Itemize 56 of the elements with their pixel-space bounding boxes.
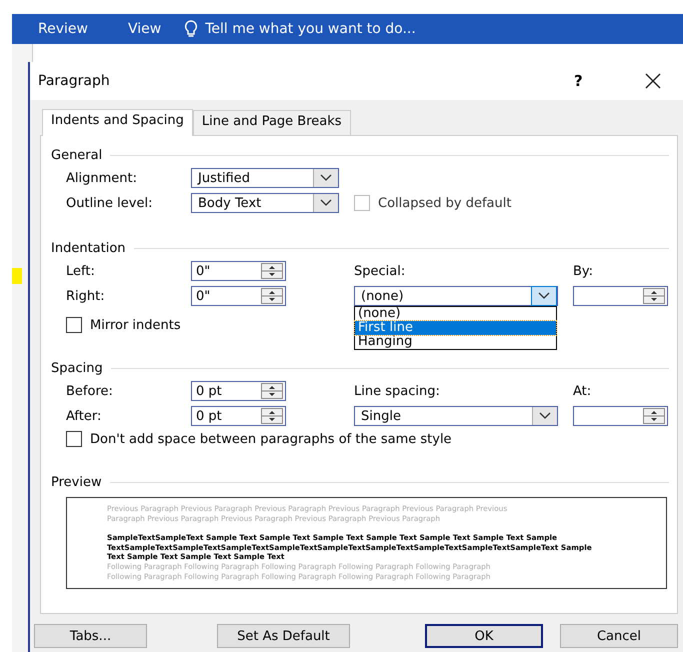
- close-icon[interactable]: [644, 72, 662, 90]
- caret-icon: [320, 199, 332, 207]
- spin-field[interactable]: 0": [191, 261, 286, 281]
- section-heading: Preview: [51, 474, 102, 490]
- spin-arrows-icon: [261, 383, 283, 399]
- dropdown-option[interactable]: First line: [355, 321, 556, 335]
- field-label: Outline level:: [66, 196, 154, 210]
- field-label: Line spacing:: [354, 384, 441, 398]
- ribbon-tab[interactable]: Review: [24, 21, 102, 37]
- checkbox-label: Don't add space between paragraphs of the same style: [90, 432, 452, 446]
- caret-icon: [538, 292, 550, 300]
- help-button[interactable]: ?: [574, 72, 590, 90]
- section-heading: Spacing: [51, 360, 103, 376]
- dropdown-option[interactable]: (none): [355, 307, 556, 321]
- field-label: At:: [573, 384, 592, 398]
- checkbox[interactable]: [66, 317, 82, 333]
- spin-field[interactable]: 0": [191, 286, 286, 306]
- dropdown-option[interactable]: Hanging: [355, 335, 556, 349]
- field-label: By:: [573, 264, 594, 278]
- dialog-button[interactable]: OK: [425, 624, 543, 648]
- field-label: After:: [66, 408, 102, 424]
- checkbox-label: Mirror indents: [90, 318, 181, 332]
- spin-field[interactable]: 0 pt: [191, 406, 286, 426]
- dialog-tab[interactable]: Line and Page Breaks: [192, 110, 351, 135]
- section-heading: General: [51, 148, 102, 162]
- ribbon-tab[interactable]: View: [114, 21, 176, 37]
- spin-arrows-icon: [261, 263, 283, 279]
- tell-me-search[interactable]: Tell me what you want to do...: [205, 21, 416, 37]
- dropdown[interactable]: Justified: [191, 168, 339, 188]
- spin-field[interactable]: [573, 286, 668, 306]
- spin-arrows-icon: [643, 288, 665, 304]
- spin-field[interactable]: 0 pt: [191, 381, 286, 401]
- caret-icon: [539, 412, 551, 420]
- dialog-title: Paragraph: [38, 73, 111, 89]
- spin-arrows-icon: [261, 408, 283, 424]
- spin-arrows-icon: [261, 288, 283, 304]
- caret-icon: [320, 174, 332, 182]
- section-heading: Indentation: [51, 240, 126, 256]
- field-label: Before:: [66, 384, 114, 398]
- dialog-tab[interactable]: Indents and Spacing: [42, 109, 193, 136]
- dropdown[interactable]: Body Text: [191, 193, 339, 213]
- dropdown[interactable]: (none): [354, 286, 558, 306]
- checkbox[interactable]: [66, 431, 82, 447]
- spin-field[interactable]: [573, 406, 668, 426]
- highlight-mark: [12, 268, 22, 284]
- dialog-button[interactable]: Cancel: [560, 624, 678, 648]
- checkbox-label: Collapsed by default: [378, 196, 512, 210]
- lightbulb-icon: [183, 20, 200, 38]
- spin-arrows-icon: [643, 408, 665, 424]
- field-label: Left:: [66, 264, 96, 278]
- dialog-button[interactable]: Tabs...: [34, 624, 147, 648]
- field-label: Right:: [66, 288, 106, 304]
- dropdown[interactable]: Single: [354, 406, 558, 426]
- field-label: Alignment:: [66, 170, 138, 186]
- field-label: Special:: [354, 264, 406, 278]
- dialog-button[interactable]: Set As Default: [217, 624, 350, 648]
